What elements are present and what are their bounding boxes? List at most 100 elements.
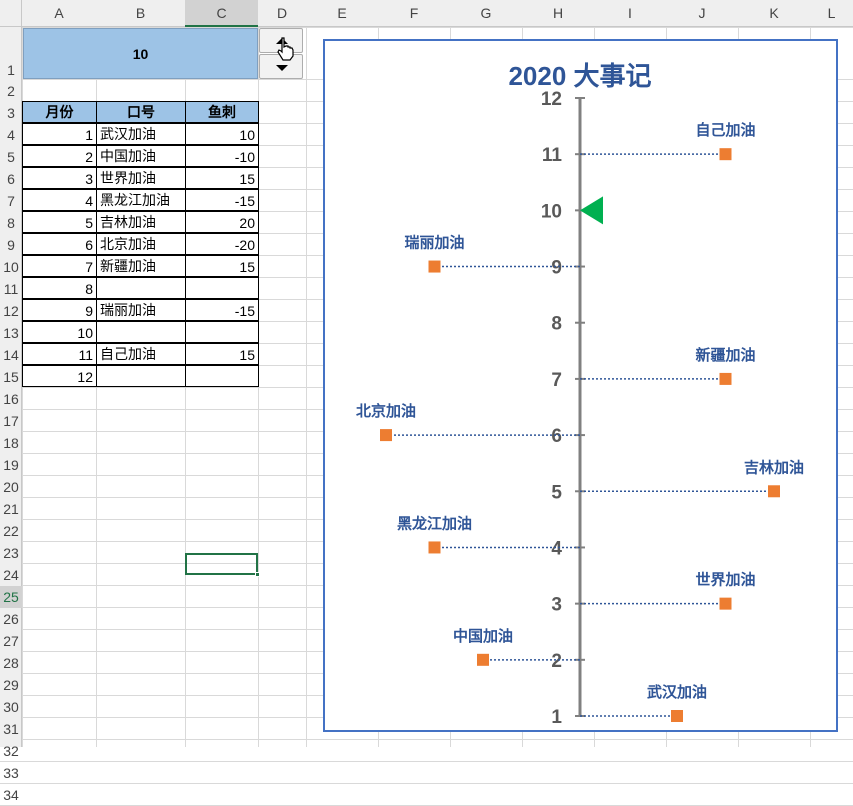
row-header-9[interactable]: 9 (0, 234, 22, 256)
row-header-23[interactable]: 23 (0, 542, 22, 564)
month-cell[interactable]: 1 (22, 123, 97, 145)
row-header-17[interactable]: 17 (0, 410, 22, 432)
column-header-k[interactable]: K (738, 0, 810, 27)
row-header-8[interactable]: 8 (0, 212, 22, 234)
offset-cell[interactable]: -10 (185, 145, 259, 167)
column-header-i[interactable]: I (594, 0, 666, 27)
column-header-d[interactable]: D (258, 0, 306, 27)
row-header-33[interactable]: 33 (0, 762, 22, 784)
row-header-4[interactable]: 4 (0, 124, 22, 146)
timeline-chart[interactable]: 2020 大事记 1 2 3 4 5 6 7 8 9 10 11 12 武汉加油 中国加油 世界加油 黑龙江加油… (323, 39, 838, 732)
month-cell[interactable]: 5 (22, 211, 97, 233)
row-header-26[interactable]: 26 (0, 608, 22, 630)
row-header-11[interactable]: 11 (0, 278, 22, 300)
row-header-2[interactable]: 2 (0, 80, 22, 102)
offset-cell[interactable]: -15 (185, 189, 259, 211)
column-header-g[interactable]: G (450, 0, 522, 27)
y-tick-label: 12 (541, 89, 562, 110)
row-header-31[interactable]: 31 (0, 718, 22, 740)
column-header-f[interactable]: F (378, 0, 450, 27)
row-header-10[interactable]: 10 (0, 256, 22, 278)
offset-cell[interactable] (185, 365, 259, 387)
table-header-cell[interactable]: 月份 (22, 101, 97, 123)
offset-cell[interactable]: 20 (185, 211, 259, 233)
slogan-cell[interactable]: 世界加油 (96, 167, 186, 189)
row-header-32[interactable]: 32 (0, 740, 22, 762)
banner-cell[interactable]: 10 (23, 28, 258, 79)
data-label: 吉林加油 (744, 458, 804, 476)
row-header-22[interactable]: 22 (0, 520, 22, 542)
month-cell[interactable]: 4 (22, 189, 97, 211)
table-header-cell[interactable]: 口号 (96, 101, 186, 123)
month-cell[interactable]: 2 (22, 145, 97, 167)
offset-cell[interactable]: 15 (185, 167, 259, 189)
slogan-cell[interactable]: 黑龙江加油 (96, 189, 186, 211)
data-label: 武汉加油 (647, 683, 707, 701)
month-cell[interactable]: 12 (22, 365, 97, 387)
month-cell[interactable]: 7 (22, 255, 97, 277)
row-header-5[interactable]: 5 (0, 146, 22, 168)
spinner-control (259, 28, 303, 79)
row-header-18[interactable]: 18 (0, 432, 22, 454)
slogan-cell[interactable] (96, 277, 186, 299)
offset-cell[interactable]: 15 (185, 343, 259, 365)
column-header-l[interactable]: L (810, 0, 853, 27)
data-point (719, 148, 732, 161)
column-header-e[interactable]: E (306, 0, 378, 27)
row-header-20[interactable]: 20 (0, 476, 22, 498)
slogan-cell[interactable]: 新疆加油 (96, 255, 186, 277)
column-header-j[interactable]: J (666, 0, 738, 27)
slogan-cell[interactable]: 北京加油 (96, 233, 186, 255)
slogan-cell[interactable] (96, 365, 186, 387)
offset-cell[interactable]: 10 (185, 123, 259, 145)
offset-cell[interactable]: -15 (185, 299, 259, 321)
row-header-21[interactable]: 21 (0, 498, 22, 520)
offset-cell[interactable]: -20 (185, 233, 259, 255)
y-tick-label: 8 (551, 314, 562, 335)
row-header-19[interactable]: 19 (0, 454, 22, 476)
column-header-c[interactable]: C (185, 0, 258, 27)
slogan-cell[interactable]: 瑞丽加油 (96, 299, 186, 321)
month-cell[interactable]: 9 (22, 299, 97, 321)
slogan-cell[interactable] (96, 321, 186, 343)
row-header-12[interactable]: 12 (0, 300, 22, 322)
selected-cell[interactable] (185, 553, 258, 575)
offset-cell[interactable] (185, 277, 259, 299)
row-header-28[interactable]: 28 (0, 652, 22, 674)
row-header-25[interactable]: 25 (0, 586, 22, 608)
slogan-cell[interactable]: 吉林加油 (96, 211, 186, 233)
row-header-16[interactable]: 16 (0, 388, 22, 410)
select-all-corner[interactable] (0, 0, 22, 27)
row-header-3[interactable]: 3 (0, 102, 22, 124)
row-header-29[interactable]: 29 (0, 674, 22, 696)
row-header-13[interactable]: 13 (0, 322, 22, 344)
row-header-34[interactable]: 34 (0, 784, 22, 806)
row-header-1[interactable]: 1 (0, 28, 22, 80)
row-header-15[interactable]: 15 (0, 366, 22, 388)
month-cell[interactable]: 10 (22, 321, 97, 343)
row-header-30[interactable]: 30 (0, 696, 22, 718)
row-header-27[interactable]: 27 (0, 630, 22, 652)
slogan-cell[interactable]: 武汉加油 (96, 123, 186, 145)
slogan-cell[interactable]: 中国加油 (96, 145, 186, 167)
y-tick-label: 2 (551, 651, 562, 672)
y-tick-label: 3 (551, 595, 562, 616)
column-header-h[interactable]: H (522, 0, 594, 27)
column-header-a[interactable]: A (22, 0, 96, 27)
row-header-7[interactable]: 7 (0, 190, 22, 212)
offset-cell[interactable]: 15 (185, 255, 259, 277)
month-cell[interactable]: 3 (22, 167, 97, 189)
fill-handle[interactable] (255, 572, 260, 577)
column-header-b[interactable]: B (96, 0, 185, 27)
month-cell[interactable]: 11 (22, 343, 97, 365)
y-tick-label: 4 (551, 538, 562, 559)
data-label: 瑞丽加油 (404, 234, 464, 252)
row-header-14[interactable]: 14 (0, 344, 22, 366)
table-header-cell[interactable]: 鱼刺 (185, 101, 259, 123)
row-header-6[interactable]: 6 (0, 168, 22, 190)
month-cell[interactable]: 6 (22, 233, 97, 255)
row-header-24[interactable]: 24 (0, 564, 22, 586)
offset-cell[interactable] (185, 321, 259, 343)
slogan-cell[interactable]: 自己加油 (96, 343, 186, 365)
month-cell[interactable]: 8 (22, 277, 97, 299)
